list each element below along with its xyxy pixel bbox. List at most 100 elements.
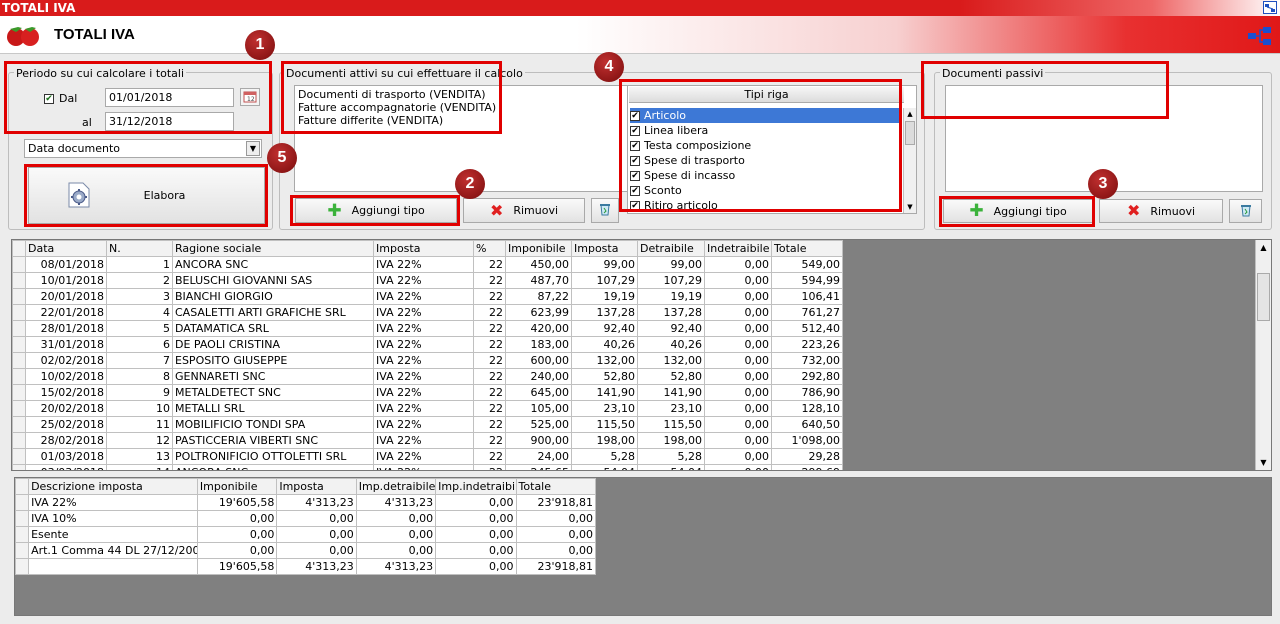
- passive-add-type-button[interactable]: ✚ Aggiungi tipo: [943, 199, 1093, 223]
- table-cell[interactable]: 22: [473, 288, 506, 305]
- row-selector[interactable]: [15, 494, 30, 511]
- table-cell[interactable]: 132,00: [637, 352, 705, 369]
- checkbox[interactable]: ✔: [630, 126, 640, 136]
- table-cell[interactable]: 0,00: [435, 542, 517, 559]
- table-cell[interactable]: 25/02/2018: [25, 416, 107, 433]
- table-cell[interactable]: 0,00: [704, 384, 772, 401]
- table-row[interactable]: 02/02/2018 7 ESPOSITO GIUSEPPE IVA 22% 22 600…: [12, 352, 843, 369]
- table-cell[interactable]: IVA 22%: [373, 464, 474, 470]
- table-cell[interactable]: 19'605,58: [196, 558, 278, 575]
- scroll-down-icon[interactable]: ▼: [1256, 455, 1271, 470]
- table-cell[interactable]: DATAMATICA SRL: [172, 320, 374, 337]
- table-cell[interactable]: 0,00: [435, 510, 517, 527]
- table-cell[interactable]: 786,90: [771, 384, 843, 401]
- table-cell[interactable]: 08/01/2018: [25, 256, 107, 273]
- table-cell[interactable]: 0,00: [704, 304, 772, 321]
- table-row[interactable]: Art.1 Comma 44 DL 27/12/2006 0,00 0,00 0,00…: [15, 542, 597, 559]
- table-cell[interactable]: 0,00: [276, 510, 357, 527]
- table-cell[interactable]: 22/01/2018: [25, 304, 107, 321]
- row-selector[interactable]: [15, 542, 30, 559]
- table-cell[interactable]: 1'098,00: [771, 432, 843, 449]
- table-cell[interactable]: 198,00: [637, 432, 705, 449]
- table-cell[interactable]: 115,50: [637, 416, 705, 433]
- table-cell[interactable]: IVA 22%: [373, 416, 474, 433]
- table-cell[interactable]: MOBILIFICIO TONDI SPA: [172, 416, 374, 433]
- window-network-icon[interactable]: [1263, 1, 1277, 14]
- table-cell[interactable]: 487,70: [505, 272, 572, 289]
- row-selector[interactable]: [12, 256, 26, 273]
- table-cell[interactable]: 761,27: [771, 304, 843, 321]
- chevron-down-icon[interactable]: ▼: [246, 141, 260, 156]
- table-cell[interactable]: ANCORA SNC: [172, 256, 374, 273]
- table-cell[interactable]: 10/02/2018: [25, 368, 107, 385]
- table-cell[interactable]: 22: [473, 336, 506, 353]
- scroll-thumb[interactable]: [1257, 273, 1270, 321]
- table-cell[interactable]: 107,29: [637, 272, 705, 289]
- column-header[interactable]: Totale: [771, 240, 843, 257]
- table-cell[interactable]: METALLI SRL: [172, 400, 374, 417]
- table-cell[interactable]: 23,10: [571, 400, 638, 417]
- table-cell[interactable]: [28, 558, 198, 575]
- table-cell[interactable]: 22: [473, 448, 506, 465]
- network-diagram-icon[interactable]: [1247, 26, 1273, 49]
- table-row[interactable]: 28/02/2018 12 PASTICCERIA VIBERTI SNC IVA 2…: [12, 432, 843, 449]
- table-cell[interactable]: 19,19: [637, 288, 705, 305]
- row-selector[interactable]: [12, 384, 26, 401]
- row-selector[interactable]: [12, 304, 26, 321]
- table-cell[interactable]: IVA 10%: [28, 510, 198, 527]
- table-row[interactable]: 19'605,58 4'313,23 4'313,23 0,00 23'918,81: [15, 558, 597, 575]
- table-cell[interactable]: 0,00: [704, 368, 772, 385]
- column-header[interactable]: Imposta: [373, 240, 474, 257]
- table-cell[interactable]: 22: [473, 432, 506, 449]
- table-cell[interactable]: 5,28: [571, 448, 638, 465]
- table-cell[interactable]: IVA 22%: [373, 432, 474, 449]
- table-cell[interactable]: 0,00: [704, 336, 772, 353]
- table-cell[interactable]: 22: [473, 272, 506, 289]
- table-cell[interactable]: 22: [473, 400, 506, 417]
- active-remove-button[interactable]: ✖ Rimuovi: [463, 198, 585, 223]
- table-cell[interactable]: 420,00: [505, 320, 572, 337]
- table-cell[interactable]: 9: [106, 384, 173, 401]
- table-cell[interactable]: IVA 22%: [373, 272, 474, 289]
- table-cell[interactable]: 0,00: [515, 542, 597, 559]
- table-cell[interactable]: 0,00: [704, 288, 772, 305]
- table-cell[interactable]: 23,10: [637, 400, 705, 417]
- table-cell[interactable]: 512,40: [771, 320, 843, 337]
- column-header[interactable]: Data: [25, 240, 107, 257]
- table-cell[interactable]: IVA 22%: [373, 400, 474, 417]
- table-row[interactable]: 28/01/2018 5 DATAMATICA SRL IVA 22% 22 420,00…: [12, 320, 843, 337]
- table-cell[interactable]: 0,00: [704, 256, 772, 273]
- active-clear-button[interactable]: [591, 198, 619, 223]
- table-cell[interactable]: 31/01/2018: [25, 336, 107, 353]
- table-cell[interactable]: IVA 22%: [373, 448, 474, 465]
- table-cell[interactable]: 549,00: [771, 256, 843, 273]
- table-cell[interactable]: 6: [106, 336, 173, 353]
- date-type-select[interactable]: Data documento ▼: [24, 139, 262, 158]
- table-cell[interactable]: GENNARETI SNC: [172, 368, 374, 385]
- table-cell[interactable]: 0,00: [704, 448, 772, 465]
- table-cell[interactable]: 3: [106, 288, 173, 305]
- table-cell[interactable]: 20/01/2018: [25, 288, 107, 305]
- table-cell[interactable]: 292,80: [771, 368, 843, 385]
- row-types-list[interactable]: Tipi riga ✔ Articolo ✔ Linea libera ✔ Testa…: [627, 85, 917, 214]
- table-cell[interactable]: 132,00: [571, 352, 638, 369]
- active-add-type-button[interactable]: ✚ Aggiungi tipo: [295, 198, 457, 223]
- table-cell[interactable]: IVA 22%: [28, 494, 198, 511]
- row-types-scrollbar[interactable]: ▲ ▼: [903, 108, 916, 213]
- table-cell[interactable]: 22: [473, 304, 506, 321]
- table-row[interactable]: 10/01/2018 2 BELUSCHI GIOVANNI SAS IVA 22% 2…: [12, 272, 843, 289]
- table-cell[interactable]: 0,00: [355, 510, 437, 527]
- table-cell[interactable]: 52,80: [637, 368, 705, 385]
- column-header[interactable]: Descrizione imposta: [28, 478, 198, 495]
- row-selector[interactable]: [12, 432, 26, 449]
- table-cell[interactable]: 0,00: [196, 510, 278, 527]
- table-cell[interactable]: 13: [106, 448, 173, 465]
- scroll-down-icon[interactable]: ▼: [904, 201, 916, 213]
- table-cell[interactable]: 450,00: [505, 256, 572, 273]
- table-cell[interactable]: CASALETTI ARTI GRAFICHE SRL: [172, 304, 374, 321]
- table-cell[interactable]: IVA 22%: [373, 256, 474, 273]
- checkbox[interactable]: ✔: [630, 141, 640, 151]
- table-cell[interactable]: 87,22: [505, 288, 572, 305]
- table-cell[interactable]: 0,00: [704, 352, 772, 369]
- table-cell[interactable]: 0,00: [196, 542, 278, 559]
